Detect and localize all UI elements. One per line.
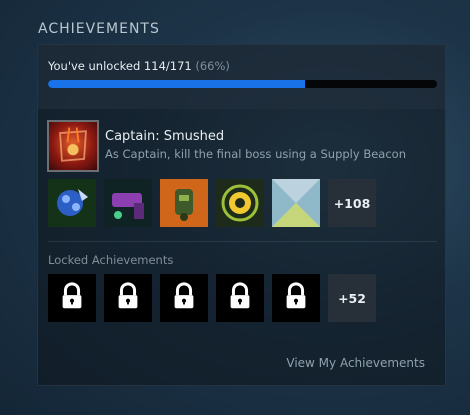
padlock-icon: [57, 281, 87, 315]
progress-percent: (66%): [195, 59, 230, 73]
locked-achievement-tile[interactable]: [160, 274, 208, 322]
progress-box: You've unlocked 114/171 (66%): [38, 45, 445, 109]
placeholder-triangles-icon[interactable]: [272, 179, 320, 227]
locked-achievements-label: Locked Achievements: [48, 253, 174, 267]
progress-bar: [48, 80, 437, 88]
padlock-icon: [169, 281, 199, 315]
progress-text: You've unlocked 114/171 (66%): [48, 59, 230, 73]
purple-robot-weapon-icon[interactable]: [104, 179, 152, 227]
captain-smushed-icon[interactable]: [47, 120, 99, 172]
locked-achievement-tile[interactable]: [104, 274, 152, 322]
gear-cog-icon[interactable]: [216, 179, 264, 227]
achievements-panel: You've unlocked 114/171 (66%) Captain: S…: [37, 44, 446, 386]
unlocked-achievements-row: +108: [48, 179, 376, 227]
locked-achievement-tile[interactable]: [48, 274, 96, 322]
unlocked-more-count[interactable]: +108: [328, 179, 376, 227]
padlock-icon: [113, 281, 143, 315]
orange-backpack-creature-icon[interactable]: [160, 179, 208, 227]
locked-achievement-tile[interactable]: [272, 274, 320, 322]
padlock-icon: [281, 281, 311, 315]
achievements-section-title: ACHIEVEMENTS: [38, 21, 160, 37]
locked-achievements-row: +52: [48, 274, 376, 322]
featured-achievement-name: Captain: Smushed: [105, 129, 225, 144]
view-my-achievements-link[interactable]: View My Achievements: [286, 356, 425, 370]
featured-achievement-description: As Captain, kill the final boss using a …: [105, 147, 406, 161]
blue-crystal-creature-icon[interactable]: [48, 179, 96, 227]
progress-label: You've unlocked 114/171: [48, 59, 192, 73]
locked-achievement-tile[interactable]: [216, 274, 264, 322]
progress-bar-fill: [48, 80, 305, 88]
divider: [48, 241, 437, 242]
padlock-icon: [225, 281, 255, 315]
locked-more-count[interactable]: +52: [328, 274, 376, 322]
